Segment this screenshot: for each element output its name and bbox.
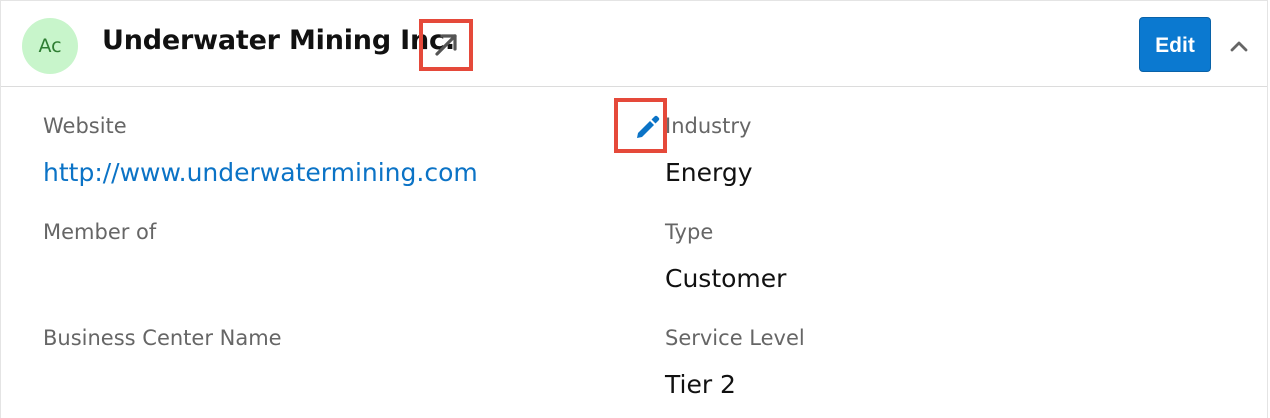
service-level-value[interactable]: Tier 2 xyxy=(665,370,736,399)
record-title[interactable]: Underwater Mining Inc. xyxy=(102,25,455,56)
website-link[interactable]: http://www.underwatermining.com xyxy=(43,158,478,187)
member-of-label: Member of xyxy=(43,220,157,244)
service-level-label: Service Level xyxy=(665,326,805,350)
chevron-up-icon[interactable] xyxy=(1227,34,1251,58)
record-dashlet: Ac Underwater Mining Inc. Edit Website h… xyxy=(0,0,1268,418)
highlight-box-pencil xyxy=(614,98,667,153)
business-center-name-label: Business Center Name xyxy=(43,326,282,350)
website-label: Website xyxy=(43,114,127,138)
type-label: Type xyxy=(665,220,714,244)
edit-button[interactable]: Edit xyxy=(1139,17,1211,72)
industry-value[interactable]: Energy xyxy=(665,158,753,187)
highlight-box-link xyxy=(419,19,473,71)
avatar: Ac xyxy=(22,18,78,74)
record-header: Ac Underwater Mining Inc. Edit xyxy=(1,1,1267,87)
industry-label: Industry xyxy=(665,114,752,138)
type-value[interactable]: Customer xyxy=(665,264,786,293)
